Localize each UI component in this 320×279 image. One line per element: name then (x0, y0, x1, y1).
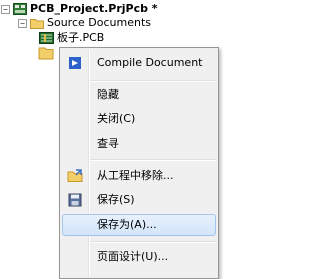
menu-item-page-setup[interactable]: 页面设计(U)... (62, 246, 216, 268)
menu-separator (90, 80, 216, 82)
folder-name: Source Documents (47, 16, 151, 29)
menu-label: 关闭(C) (97, 112, 136, 125)
menu-label: 从工程中移除... (97, 169, 174, 182)
menu-item-save-as[interactable]: 保存为(A)... (62, 214, 216, 236)
compile-icon (67, 55, 83, 71)
document-icon (38, 47, 54, 60)
menu-item-hide[interactable]: 隐藏 (62, 84, 216, 106)
context-menu: Compile Document 隐藏 关闭(C) 查寻 从工程中移除... 保… (59, 47, 219, 279)
tree-row-pcb-file[interactable]: 板子.PCB (39, 30, 104, 46)
pcb-project-icon (13, 3, 27, 15)
folder-icon (30, 18, 44, 29)
save-icon (67, 192, 83, 208)
menu-item-compile-document[interactable]: Compile Document (62, 52, 216, 74)
collapse-project-icon[interactable]: − (1, 4, 10, 14)
menu-item-remove-from-project[interactable]: 从工程中移除... (62, 165, 216, 187)
remove-from-project-icon (67, 168, 83, 184)
pcb-file-name: 板子.PCB (57, 31, 105, 44)
menu-label: 保存(S) (97, 193, 135, 206)
menu-label: 页面设计(U)... (97, 250, 169, 263)
pcb-file-icon (39, 32, 54, 44)
menu-label: 保存为(A)... (97, 218, 157, 231)
menu-label: Compile Document (97, 56, 203, 69)
menu-label: 隐藏 (97, 88, 119, 101)
menu-separator (90, 241, 216, 243)
tree-row-source-documents[interactable]: − Source Documents (18, 15, 151, 31)
menu-label: 查寻 (97, 137, 119, 150)
menu-separator (90, 159, 216, 161)
menu-item-find[interactable]: 查寻 (62, 133, 216, 155)
menu-item-close[interactable]: 关闭(C) (62, 108, 216, 130)
menu-item-save[interactable]: 保存(S) (62, 189, 216, 211)
collapse-folder-icon[interactable]: − (18, 18, 27, 28)
